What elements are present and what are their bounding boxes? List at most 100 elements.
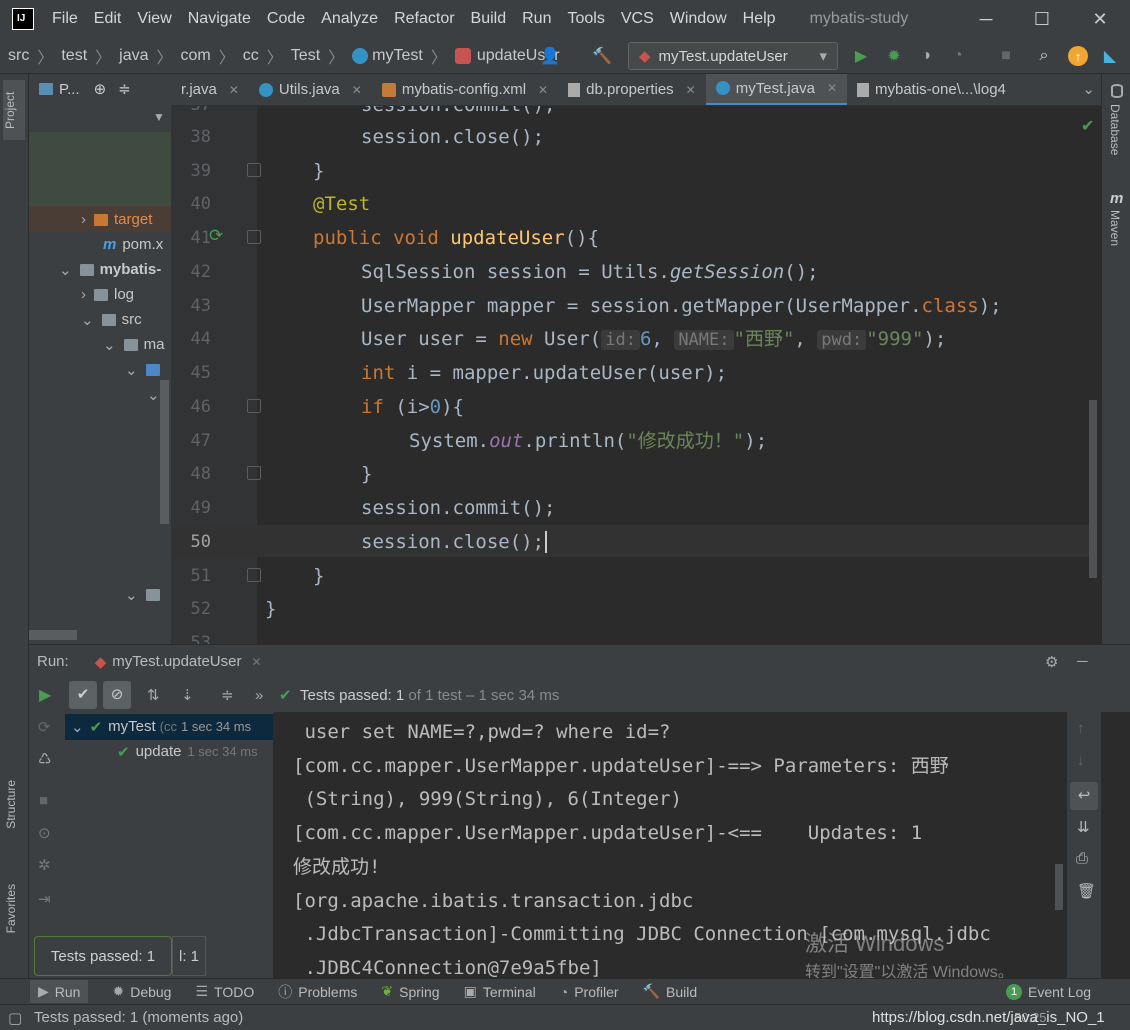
tab-build[interactable]: 🔨 Build [643,983,698,1000]
close-icon[interactable]: ✕ [229,83,239,97]
minimize-icon[interactable]: ─ [958,0,1014,38]
menu-code[interactable]: Code [267,10,305,28]
close-icon[interactable]: ✕ [352,83,362,97]
fold-marker-icon[interactable] [247,399,261,413]
tabs-dropdown-icon[interactable]: ⌄ [1082,80,1095,98]
database-tool-tab[interactable]: Database [1108,104,1122,155]
run-icon[interactable]: ▶ [851,46,871,66]
menu-file[interactable]: File [52,10,78,28]
print-icon[interactable]: ⎙ [1076,850,1088,867]
breadcrumb-cc[interactable]: cc 〉 [243,44,283,68]
tree-row-target[interactable]: › target [81,207,152,232]
fold-marker-icon[interactable] [247,230,261,244]
up-arrow-icon[interactable]: ↑ [1077,720,1085,737]
editor-scrollbar[interactable] [1089,400,1097,578]
sort-duration-icon[interactable]: ⇣ [181,686,194,704]
debug-icon[interactable]: ✹ [884,46,904,66]
menu-build[interactable]: Build [471,10,507,28]
toggle-tool-windows-icon[interactable]: ▢ [8,1009,22,1027]
show-passed-toggle[interactable]: ✔ [69,681,97,709]
tree-row-package[interactable]: ⌄ [147,382,160,407]
camera-icon[interactable]: ⊙ [38,824,51,842]
chevron-down-icon[interactable]: ▼ [153,110,165,124]
tab-db-properties[interactable]: db.properties ✕ [558,74,706,105]
maximize-icon[interactable]: ☐ [1014,0,1070,38]
project-view-select[interactable]: P... [59,81,80,98]
tab-utils-java[interactable]: Utils.java ✕ [249,74,372,105]
collapse-icon[interactable]: ≑ [118,80,131,98]
tab-mybatis-config[interactable]: mybatis-config.xml ✕ [372,74,558,105]
project-tool-tab[interactable]: Project [3,80,25,140]
tree-row-pom[interactable]: m pom.x [103,232,163,257]
close-icon[interactable]: ✕ [827,81,837,95]
run-test-gutter-icon[interactable]: ⟳ [209,226,223,246]
rerun-icon[interactable]: ▶ [39,685,51,705]
hide-icon[interactable]: ─ [1077,653,1088,670]
rerun-failed-icon[interactable]: ⟳ [38,718,51,736]
down-arrow-icon[interactable]: ↓ [1077,752,1085,769]
horizontal-scrollbar[interactable] [29,630,77,640]
coverage-icon[interactable]: ◑ [916,46,936,66]
favorites-tool-tab[interactable]: Favorites [4,884,18,933]
menu-tools[interactable]: Tools [567,10,604,28]
maven-tool-tab[interactable]: Maven [1108,210,1122,246]
settings-icon[interactable]: ✲ [38,856,51,874]
more-icon[interactable]: » [255,687,263,704]
tab-run[interactable]: ▶ Run [30,980,89,1003]
stop-icon[interactable]: ■ [996,46,1016,66]
tab-terminal[interactable]: ▣ Terminal [464,983,536,1000]
tab-profiler[interactable]: ◔ Profiler [560,984,619,1000]
import-icon[interactable]: ⇥ [38,890,51,908]
trash-icon[interactable]: 🗑 [1077,882,1096,900]
tree-row-resources[interactable]: ⌄ [125,582,166,607]
vertical-scrollbar[interactable] [160,380,169,524]
code-editor[interactable]: ✔ 37 38 39 40 41 42 43 44 45 46 47 48 49… [171,106,1101,644]
menu-edit[interactable]: Edit [94,10,122,28]
fold-marker-icon[interactable] [247,163,261,177]
run-tab-myTest-updateUser[interactable]: myTest.updateUser [112,653,241,670]
expand-all-icon[interactable]: ≑ [221,686,234,704]
fold-marker-icon[interactable] [247,568,261,582]
breadcrumb-src[interactable]: src 〉 [8,44,53,68]
update-icon[interactable]: ↑ [1068,46,1088,66]
menu-view[interactable]: View [137,10,171,28]
run-configuration-select[interactable]: ◆ myTest.updateUser ▾ [628,42,838,70]
tab-debug[interactable]: ✹ Debug [112,983,171,1000]
menu-window[interactable]: Window [670,10,727,28]
menu-navigate[interactable]: Navigate [188,10,251,28]
scroll-to-end-icon[interactable]: ⇊ [1077,818,1090,836]
menu-refactor[interactable]: Refactor [394,10,454,28]
tab-log4[interactable]: mybatis-one\...\log4 [847,74,1016,105]
fold-marker-icon[interactable] [247,466,261,480]
stop-icon[interactable]: ■ [39,792,48,809]
sort-alpha-icon[interactable]: ⇅ [147,686,160,704]
test-tree-row[interactable]: ⌄ ✔ myTest (cc 1 sec 34 ms [71,714,251,739]
breadcrumb-test[interactable]: test 〉 [61,44,111,68]
locate-icon[interactable]: ⊕ [94,80,107,98]
menu-vcs[interactable]: VCS [621,10,654,28]
structure-tool-tab[interactable]: Structure [4,780,18,829]
test-tree-row[interactable]: ✔ update 1 sec 34 ms [117,739,258,764]
tree-row-log[interactable]: › log [81,282,134,307]
close-window-icon[interactable]: ✕ [1072,0,1128,38]
tab-r-java[interactable]: r.java ✕ [171,74,249,105]
search-icon[interactable]: ⌕ [1034,46,1054,66]
close-icon[interactable]: ✕ [686,83,696,97]
breadcrumb-test-folder[interactable]: Test 〉 [291,44,344,68]
menu-analyze[interactable]: Analyze [321,10,378,28]
close-icon[interactable]: ✕ [251,655,261,669]
tree-row-java[interactable]: ⌄ [125,357,166,382]
build-hammer-icon[interactable]: 🔨 [592,46,612,66]
tab-todo[interactable]: ☰ TODO [195,983,254,1000]
tab-problems[interactable]: ⓘ Problems [278,982,357,1002]
breadcrumb-mytest[interactable]: myTest 〉 [352,44,447,68]
tab-spring[interactable]: ❦ Spring [381,983,439,1000]
soft-wrap-icon[interactable]: ↩ [1070,782,1098,810]
user-icon[interactable]: 👤 [540,46,560,66]
console-scrollbar[interactable] [1055,864,1063,910]
breadcrumb-com[interactable]: com 〉 [181,44,235,68]
tree-row-main[interactable]: ⌄ ma [103,332,164,357]
profile-icon[interactable]: ◔ [948,46,968,66]
show-ignored-toggle[interactable]: ⊘ [103,681,131,709]
console-output[interactable]: user set NAME=?,pwd=? where id=? [com.cc… [273,712,1067,978]
